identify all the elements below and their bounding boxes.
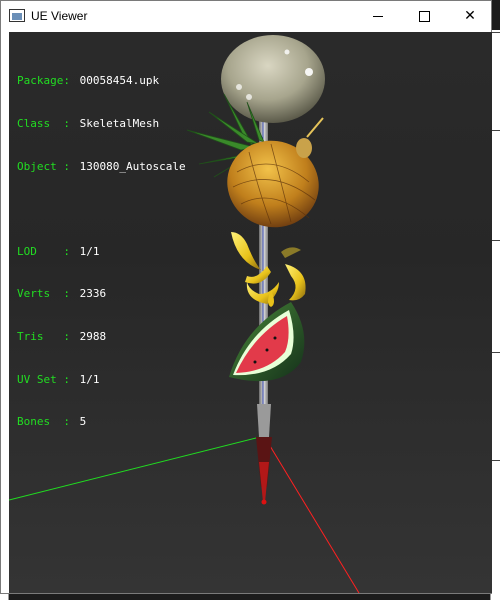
bg-dash [492, 240, 500, 241]
skewer-handle [257, 404, 271, 437]
info-label: LOD : [17, 244, 70, 258]
minimize-button[interactable] [355, 1, 401, 31]
bananas-shape [231, 232, 306, 307]
info-label: UV Set : [17, 372, 70, 386]
info-row-bones: Bones : 5 [17, 415, 186, 429]
melon-shape [221, 35, 325, 123]
maximize-button[interactable] [401, 1, 447, 31]
info-row-uvset: UV Set : 1/1 [17, 373, 186, 387]
info-row-tris: Tris : 2988 [17, 330, 186, 344]
bg-dash [492, 460, 500, 461]
close-icon: ✕ [464, 8, 476, 24]
info-value: 2336 [79, 287, 107, 301]
info-value: 130080_Autoscale [79, 159, 186, 173]
info-label: Verts : [17, 287, 70, 301]
info-label: Object : [17, 159, 70, 173]
mesh-info-panel: Package: 00058454.upk Class : SkeletalMe… [17, 46, 186, 458]
maximize-icon [418, 10, 430, 22]
info-value: SkeletalMesh [79, 117, 160, 130]
info-label: Bones : [17, 415, 70, 429]
info-label: Class : [17, 117, 70, 130]
window-title: UE Viewer [31, 9, 88, 23]
info-row-lod: LOD : 1/1 [17, 245, 186, 259]
app-icon[interactable] [9, 9, 25, 22]
bg-dash [492, 32, 500, 33]
bg-dash [492, 352, 500, 353]
info-value: 1/1 [79, 244, 100, 258]
info-row-verts: Verts : 2336 [17, 287, 186, 301]
minimize-icon [373, 15, 383, 17]
axis-x-line [263, 435, 360, 593]
ue-viewer-window: UE Viewer ✕ Package: 00058454.upk Class … [0, 0, 492, 594]
close-button[interactable]: ✕ [447, 1, 493, 31]
title-bar[interactable]: UE Viewer ✕ [1, 1, 491, 31]
info-value: 2988 [79, 329, 107, 343]
bg-dash [492, 130, 500, 131]
info-value: 5 [79, 415, 87, 429]
info-value: 00058454.upk [79, 74, 160, 88]
info-row-class: Class : SkeletalMesh [17, 117, 186, 131]
info-label: Tris : [17, 329, 70, 343]
info-value: 1/1 [79, 372, 100, 386]
3d-viewport[interactable]: Package: 00058454.upk Class : SkeletalMe… [9, 32, 492, 593]
info-row-package: Package: 00058454.upk [17, 74, 186, 88]
info-label: Package: [17, 74, 70, 88]
info-row-object: Object : 130080_Autoscale [17, 160, 186, 174]
